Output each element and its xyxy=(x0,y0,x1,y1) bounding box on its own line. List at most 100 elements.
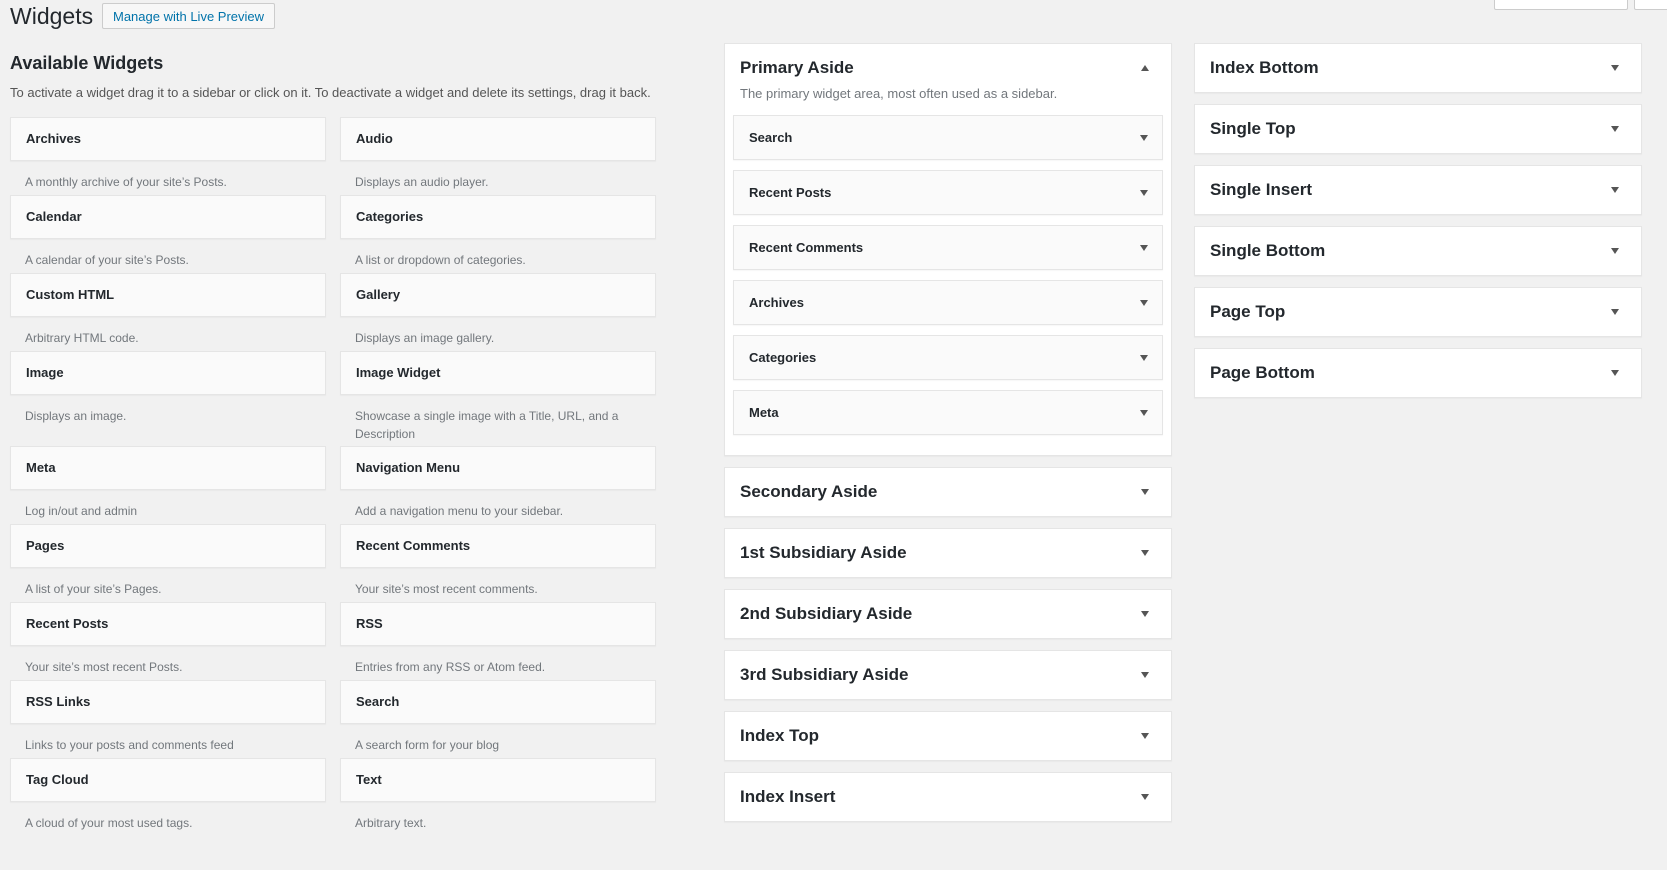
widget-title[interactable]: Tag Cloud xyxy=(10,758,326,802)
widget-title[interactable]: Audio xyxy=(340,117,656,161)
sidebar-title: Index Top xyxy=(740,726,820,745)
widget-description: A calendar of your site’s Posts. xyxy=(25,253,189,267)
widget-description: Add a navigation menu to your sidebar. xyxy=(355,504,564,518)
widget-tag-cloud[interactable]: Tag Cloud A cloud of your most used tags. xyxy=(10,758,326,832)
widget-title[interactable]: RSS xyxy=(340,602,656,646)
widget-gallery[interactable]: Gallery Displays an image gallery. xyxy=(340,273,656,347)
sidebar-widget-search[interactable]: Search xyxy=(733,115,1163,160)
sidebar-header[interactable]: Secondary Aside xyxy=(725,468,1171,516)
expand-arrow-icon[interactable] xyxy=(1140,189,1148,196)
expand-arrow-icon[interactable] xyxy=(1611,65,1619,71)
sidebar-header[interactable]: 1st Subsidiary Aside xyxy=(725,529,1171,577)
widget-archives[interactable]: Archives A monthly archive of your site’s… xyxy=(10,117,326,191)
widget-title[interactable]: Navigation Menu xyxy=(340,446,656,490)
expand-arrow-icon[interactable] xyxy=(1141,794,1149,800)
expand-arrow-icon[interactable] xyxy=(1611,187,1619,193)
expand-arrow-icon[interactable] xyxy=(1141,611,1149,617)
expand-arrow-icon[interactable] xyxy=(1141,672,1149,678)
widget-search[interactable]: Search A search form for your blog xyxy=(340,680,656,754)
widget-title[interactable]: Archives xyxy=(10,117,326,161)
sidebar-header[interactable]: Page Bottom xyxy=(1195,349,1641,397)
sidebar-header[interactable]: Primary Aside xyxy=(725,44,1171,92)
sidebar-title: Page Top xyxy=(1210,302,1286,321)
widget-title[interactable]: Calendar xyxy=(10,195,326,239)
widget-rss-links[interactable]: RSS Links Links to your posts and comment… xyxy=(10,680,326,754)
widget-meta[interactable]: Meta Log in/out and admin xyxy=(10,446,326,520)
widget-description: Arbitrary text. xyxy=(355,816,427,830)
expand-arrow-icon[interactable] xyxy=(1140,354,1148,361)
help-button[interactable] xyxy=(1634,0,1667,10)
widget-recent-posts[interactable]: Recent Posts Your site’s most recent Post… xyxy=(10,602,326,676)
sidebar-header[interactable]: Index Insert xyxy=(725,773,1171,821)
widget-rss[interactable]: RSS Entries from any RSS or Atom feed. xyxy=(340,602,656,676)
sidebar-widget-title: Categories xyxy=(749,350,817,365)
sidebar-widget-recent-comments[interactable]: Recent Comments xyxy=(733,225,1163,270)
widget-image-widget[interactable]: Image Widget Showcase a single image with… xyxy=(340,351,656,443)
widget-title[interactable]: RSS Links xyxy=(10,680,326,724)
sidebar-widget-meta[interactable]: Meta xyxy=(733,390,1163,435)
sidebar-title: Single Insert xyxy=(1210,180,1313,199)
sidebar-header[interactable]: Single Insert xyxy=(1195,166,1641,214)
expand-arrow-icon[interactable] xyxy=(1611,370,1619,376)
widget-description: Displays an image. xyxy=(25,409,127,423)
page-title: Widgets xyxy=(10,3,94,29)
sidebar-widget-title: Meta xyxy=(749,405,779,420)
widget-categories[interactable]: Categories A list or dropdown of categori… xyxy=(340,195,656,269)
widget-pages[interactable]: Pages A list of your site’s Pages. xyxy=(10,524,326,598)
widget-title[interactable]: Search xyxy=(340,680,656,724)
widget-audio[interactable]: Audio Displays an audio player. xyxy=(340,117,656,191)
sidebar-widget-recent-posts[interactable]: Recent Posts xyxy=(733,170,1163,215)
sidebars-column-1: Primary Aside The primary widget area, m… xyxy=(724,43,1172,833)
widget-title[interactable]: Custom HTML xyxy=(10,273,326,317)
widget-title[interactable]: Pages xyxy=(10,524,326,568)
expand-arrow-icon[interactable] xyxy=(1141,733,1149,739)
widget-image[interactable]: Image Displays an image. xyxy=(10,351,326,425)
expand-arrow-icon[interactable] xyxy=(1611,248,1619,254)
sidebar-index-insert: Index Insert xyxy=(724,772,1172,822)
sidebar-single-top: Single Top xyxy=(1194,104,1642,154)
sidebar-widget-list: Search Recent Posts Recent Comments Archive… xyxy=(725,115,1171,455)
widget-description: A cloud of your most used tags. xyxy=(25,816,193,830)
available-widgets-title: Available Widgets xyxy=(10,53,164,73)
widget-title[interactable]: Recent Posts xyxy=(10,602,326,646)
widget-title[interactable]: Recent Comments xyxy=(340,524,656,568)
expand-arrow-icon[interactable] xyxy=(1611,309,1619,315)
collapse-arrow-icon[interactable] xyxy=(1141,65,1149,71)
widget-description: Log in/out and admin xyxy=(25,504,138,518)
sidebar-widget-categories[interactable]: Categories xyxy=(733,335,1163,380)
widget-title[interactable]: Gallery xyxy=(340,273,656,317)
expand-arrow-icon[interactable] xyxy=(1141,489,1149,495)
widget-navigation-menu[interactable]: Navigation Menu Add a navigation menu to … xyxy=(340,446,656,520)
sidebar-header[interactable]: Index Top xyxy=(725,712,1171,760)
widget-description: Links to your posts and comments feed xyxy=(25,738,234,752)
expand-arrow-icon[interactable] xyxy=(1140,299,1148,306)
widget-title[interactable]: Categories xyxy=(340,195,656,239)
sidebar-header[interactable]: 2nd Subsidiary Aside xyxy=(725,590,1171,638)
widget-recent-comments[interactable]: Recent Comments Your site’s most recent c… xyxy=(340,524,656,598)
expand-arrow-icon[interactable] xyxy=(1141,550,1149,556)
sidebar-header[interactable]: Single Top xyxy=(1195,105,1641,153)
sidebar-header[interactable]: Index Bottom xyxy=(1195,44,1641,92)
widget-title[interactable]: Text xyxy=(340,758,656,802)
manage-live-preview-button[interactable]: Manage with Live Preview xyxy=(102,3,276,29)
expand-arrow-icon[interactable] xyxy=(1140,134,1148,141)
sidebar-title: 3rd Subsidiary Aside xyxy=(740,665,909,684)
widget-title[interactable]: Image xyxy=(10,351,326,395)
sidebar-header[interactable]: Single Bottom xyxy=(1195,227,1641,275)
expand-arrow-icon[interactable] xyxy=(1140,244,1148,251)
widget-text[interactable]: Text Arbitrary text. xyxy=(340,758,656,832)
widget-custom-html[interactable]: Custom HTML Arbitrary HTML code. xyxy=(10,273,326,347)
expand-arrow-icon[interactable] xyxy=(1140,409,1148,416)
widget-title[interactable]: Meta xyxy=(10,446,326,490)
sidebar-widget-archives[interactable]: Archives xyxy=(733,280,1163,325)
sidebar-3rd-subsidiary-aside: 3rd Subsidiary Aside xyxy=(724,650,1172,700)
sidebar-header[interactable]: 3rd Subsidiary Aside xyxy=(725,651,1171,699)
widget-title[interactable]: Image Widget xyxy=(340,351,656,395)
sidebar-1st-subsidiary-aside: 1st Subsidiary Aside xyxy=(724,528,1172,578)
screen-options-button[interactable] xyxy=(1494,0,1628,10)
sidebar-title: Index Bottom xyxy=(1210,58,1319,77)
widget-calendar[interactable]: Calendar A calendar of your site’s Posts. xyxy=(10,195,326,269)
expand-arrow-icon[interactable] xyxy=(1611,126,1619,132)
sidebar-header[interactable]: Page Top xyxy=(1195,288,1641,336)
widget-description: Entries from any RSS or Atom feed. xyxy=(355,660,546,674)
